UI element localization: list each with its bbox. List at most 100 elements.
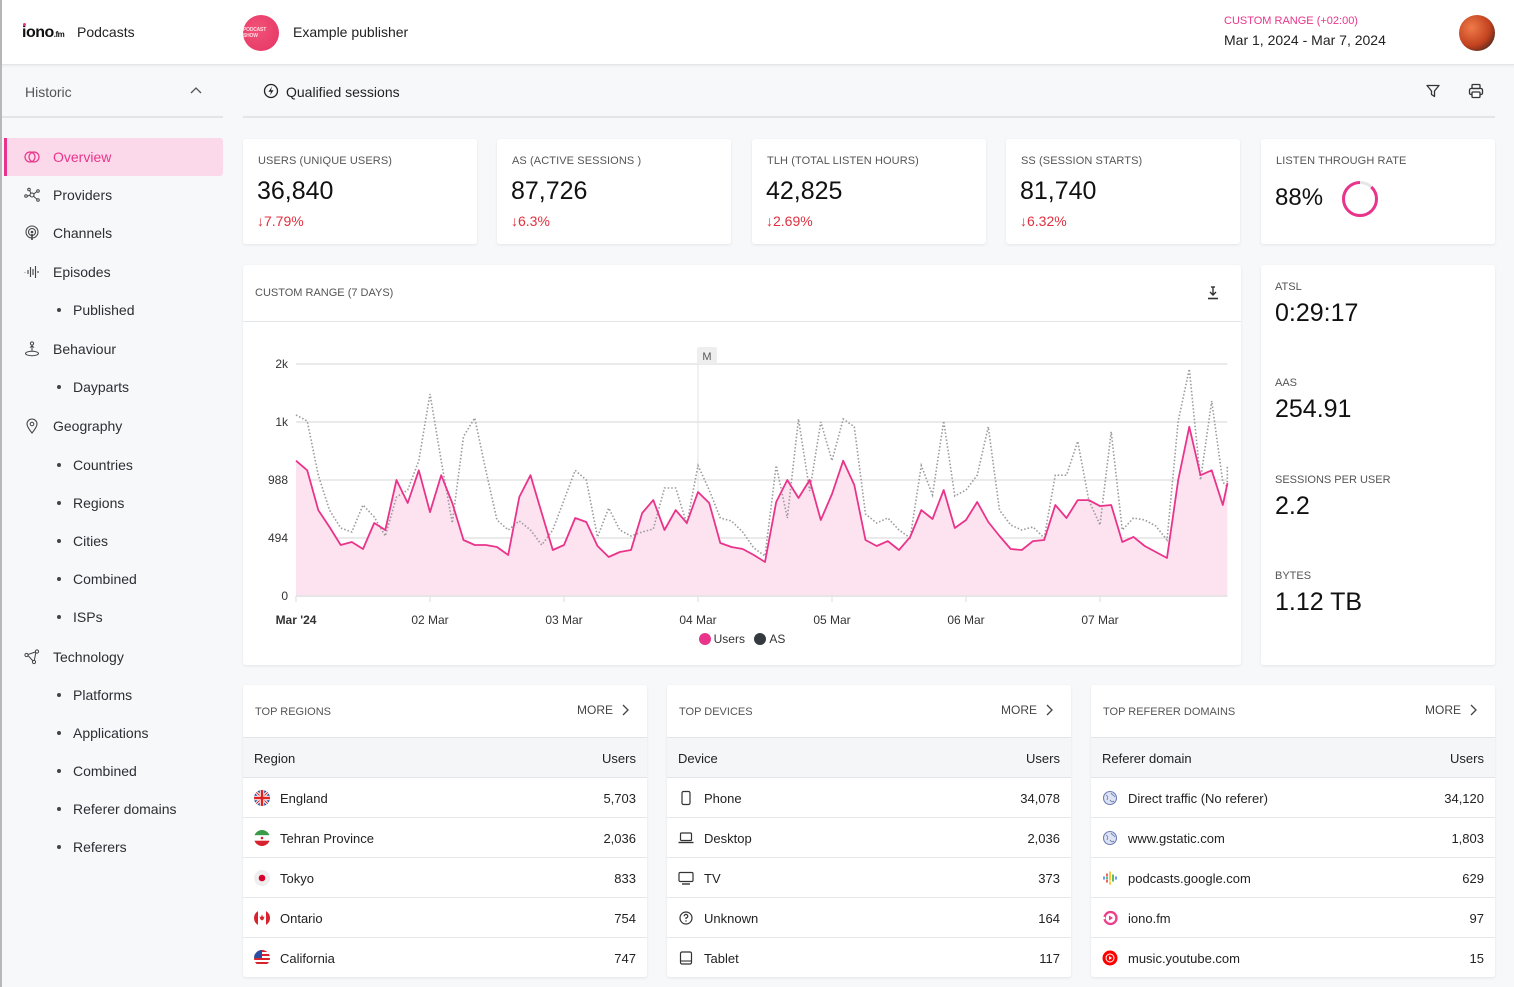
table-row[interactable]: TV 373 xyxy=(667,858,1071,898)
sidebar-item-label: ISPs xyxy=(73,609,103,625)
tv-icon xyxy=(678,870,694,886)
sidebar-subitem-isps[interactable]: ISPs xyxy=(57,598,103,636)
kpi-value: 42,825 xyxy=(766,177,843,205)
column-header[interactable]: Device xyxy=(678,751,718,766)
table-row[interactable]: Tehran Province 2,036 xyxy=(243,818,647,858)
arrow-down-icon: ↓ xyxy=(1020,213,1027,229)
column-header[interactable]: Region xyxy=(254,751,295,766)
sidebar-subitem-combined[interactable]: Combined xyxy=(57,560,137,598)
overview-icon xyxy=(24,149,40,165)
row-label: TV xyxy=(704,871,721,886)
publisher-avatar[interactable]: PODCAST SHOW xyxy=(243,15,279,51)
column-header[interactable]: Users xyxy=(1450,751,1484,766)
table-row[interactable]: Direct traffic (No referer) 34,120 xyxy=(1091,778,1495,818)
table-row[interactable]: www.gstatic.com 1,803 xyxy=(1091,818,1495,858)
sidebar-item-overview[interactable]: Overview xyxy=(4,138,223,176)
row-value: 747 xyxy=(614,951,636,966)
row-value: 5,703 xyxy=(603,791,636,806)
chevron-right-icon xyxy=(622,704,629,716)
top-regions-card: TOP REGIONS MORE Region Users England 5,703 Te… xyxy=(243,685,647,977)
sidebar-section-label: Historic xyxy=(25,84,72,100)
sidebar-subitem-published[interactable]: Published xyxy=(57,291,135,329)
row-value: 34,120 xyxy=(1444,791,1484,806)
table-row[interactable]: California 747 xyxy=(243,938,647,978)
column-header[interactable]: Users xyxy=(602,751,636,766)
sidebar-subitem-countries[interactable]: Countries xyxy=(57,446,133,484)
sidebar-section-toggle[interactable]: Historic xyxy=(2,66,223,118)
sidebar-item-behaviour[interactable]: Behaviour xyxy=(4,330,223,368)
sidebar-subitem-cities[interactable]: Cities xyxy=(57,522,108,560)
iono-logo[interactable]: iono.fm xyxy=(22,23,65,42)
table-row[interactable]: podcasts.google.com 629 xyxy=(1091,858,1495,898)
date-range-label[interactable]: CUSTOM RANGE (+02:00) xyxy=(1224,15,1358,27)
sidebar-item-label: Cities xyxy=(73,533,109,549)
date-range-value[interactable]: Mar 1, 2024 - Mar 7, 2024 xyxy=(1224,32,1386,48)
publisher-name[interactable]: Example publisher xyxy=(293,24,408,40)
sidebar-item-providers[interactable]: Providers xyxy=(4,176,223,214)
print-icon[interactable] xyxy=(1468,83,1484,99)
row-label: Tokyo xyxy=(280,871,314,886)
line-chart[interactable]: 0 494 988 1k 2k Mar '24 02 Mar 03 Mar 04 Mar 05 M… xyxy=(243,265,1241,665)
more-button[interactable]: MORE xyxy=(577,703,629,717)
sidebar-item-label: Platforms xyxy=(73,687,133,703)
legend-item-users[interactable]: Users xyxy=(698,632,745,646)
y-tick-label: 2k xyxy=(275,357,289,371)
column-header[interactable]: Referer domain xyxy=(1102,751,1192,766)
sidebar-item-technology[interactable]: Technology xyxy=(4,638,223,676)
kpi-delta: ↓7.79% xyxy=(257,213,304,229)
sidebar-item-geography[interactable]: Geography xyxy=(4,407,223,445)
table-row[interactable]: Unknown 164 xyxy=(667,898,1071,938)
row-value: 833 xyxy=(614,871,636,886)
bolt-icon xyxy=(263,83,279,99)
bullet-icon xyxy=(57,501,61,505)
kpi-label: TLH (TOTAL LISTEN HOURS) xyxy=(767,155,919,167)
sidebar-item-label: Providers xyxy=(53,187,113,203)
listen-through-card: LISTEN THROUGH RATE 88% xyxy=(1261,139,1495,244)
column-header[interactable]: Users xyxy=(1026,751,1060,766)
sidebar-subitem-platforms[interactable]: Platforms xyxy=(57,676,132,714)
bullet-icon xyxy=(57,731,61,735)
listen-through-ring xyxy=(1342,181,1378,217)
app-name[interactable]: Podcasts xyxy=(77,24,135,40)
kpi-card: USERS (UNIQUE USERS) 36,840 ↓7.79% xyxy=(243,139,477,244)
sidebar-item-episodes[interactable]: Episodes xyxy=(4,253,223,291)
row-label: England xyxy=(280,791,328,806)
table-row[interactable]: Tablet 117 xyxy=(667,938,1071,978)
table-row[interactable]: Tokyo 833 xyxy=(243,858,647,898)
sidebar-subitem-regions[interactable]: Regions xyxy=(57,484,124,522)
sidebar-subitem-dayparts[interactable]: Dayparts xyxy=(57,368,129,406)
row-value: 164 xyxy=(1038,911,1060,926)
page-title: Qualified sessions xyxy=(286,84,400,100)
table-row[interactable]: Phone 34,078 xyxy=(667,778,1071,818)
sidebar-item-channels[interactable]: Channels xyxy=(4,214,223,252)
y-tick-label: 494 xyxy=(268,531,288,545)
sidebar-item-label: Dayparts xyxy=(73,379,130,395)
table-row[interactable]: music.youtube.com 15 xyxy=(1091,938,1495,978)
sidebar-subitem-applications[interactable]: Applications xyxy=(57,714,149,752)
arrow-down-icon: ↓ xyxy=(257,213,264,229)
sidebar-item-label: Overview xyxy=(53,149,112,165)
table-row[interactable]: Desktop 2,036 xyxy=(667,818,1071,858)
usa-flag-icon xyxy=(254,950,270,966)
legend-item-as[interactable]: AS xyxy=(754,632,785,646)
kpi-label: SS (SESSION STARTS) xyxy=(1021,155,1143,167)
sidebar-subitem-referers[interactable]: Referers xyxy=(57,828,127,866)
user-avatar[interactable] xyxy=(1459,15,1495,51)
filter-icon[interactable] xyxy=(1425,83,1441,99)
bullet-icon xyxy=(57,615,61,619)
sidebar-subitem-referer-domains[interactable]: Referer domains xyxy=(57,790,177,828)
sidebar-item-label: Channels xyxy=(53,225,113,241)
metric-atsl: ATSL 0:29:17 xyxy=(1275,281,1358,328)
sidebar-item-label: Published xyxy=(73,302,135,318)
arrow-down-icon: ↓ xyxy=(511,213,518,229)
channels-icon xyxy=(24,225,40,241)
more-button[interactable]: MORE xyxy=(1425,703,1477,717)
sidebar-item-label: Referer domains xyxy=(73,801,177,817)
iono-icon xyxy=(1102,910,1118,926)
more-button[interactable]: MORE xyxy=(1001,703,1053,717)
table-row[interactable]: iono.fm 97 xyxy=(1091,898,1495,938)
table-row[interactable]: England 5,703 xyxy=(243,778,647,818)
table-row[interactable]: Ontario 754 xyxy=(243,898,647,938)
sidebar-subitem-combined[interactable]: Combined xyxy=(57,752,137,790)
kpi-delta: ↓2.69% xyxy=(766,213,813,229)
